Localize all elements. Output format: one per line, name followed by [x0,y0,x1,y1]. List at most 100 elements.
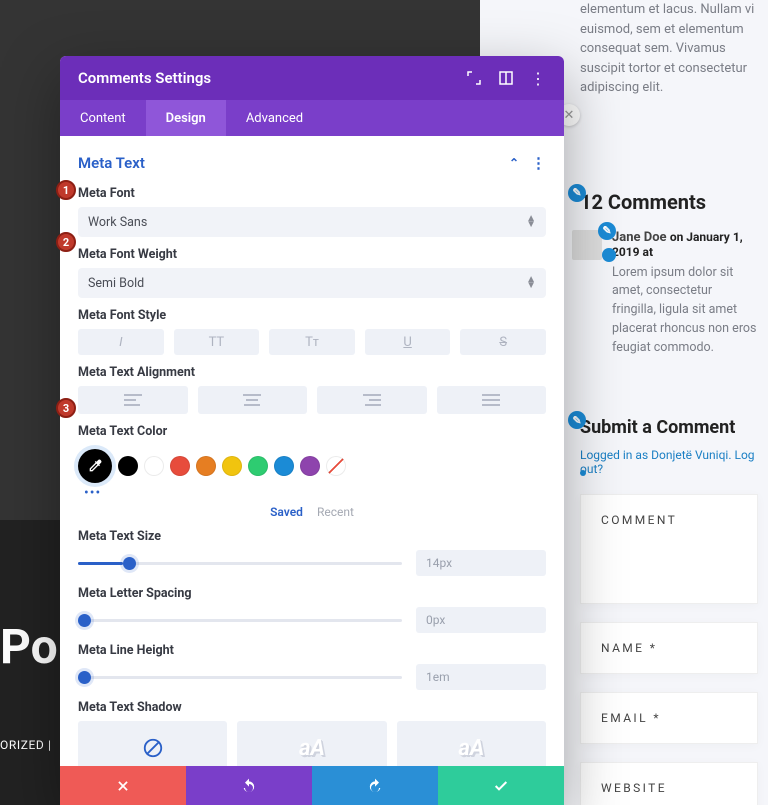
annotation-3: 3 [56,398,76,418]
field-meta-shadow: Meta Text Shadow aA aA aA aA aA [60,694,564,766]
select-meta-font-value: Work Sans [88,215,147,230]
shadow-option[interactable]: aA [397,721,546,766]
color-swatch[interactable] [222,456,242,476]
avatar [572,230,602,260]
field-meta-letter: Meta Letter Spacing 0px [60,580,564,637]
logged-in-user[interactable]: Donjetë Vuniqi [651,448,728,462]
save-button[interactable] [438,766,564,805]
pencil-icon[interactable] [602,248,616,262]
select-meta-weight-value: Semi Bold [88,276,144,291]
label-meta-style: Meta Font Style [78,308,546,323]
slider-meta-letter[interactable] [78,619,402,622]
submit-comment-heading: ✎ Submit a Comment [580,417,758,438]
tab-design[interactable]: Design [146,100,226,136]
select-meta-font[interactable]: Work Sans ▲▼ [78,207,546,237]
style-smallcaps-button[interactable]: Tᴛ [269,329,355,355]
style-underline-button[interactable]: U [365,329,451,355]
cancel-button[interactable] [60,766,186,805]
name-input[interactable]: NAME * [580,622,758,674]
section-meta-text[interactable]: Meta Text ⌃ ⋮ [60,146,564,180]
comment-author-name: Jane Dое [612,230,667,245]
input-meta-letter[interactable]: 0px [416,607,546,633]
tab-advanced[interactable]: Advanced [226,100,323,136]
comment-textarea[interactable]: COMMENT [580,494,758,604]
label-meta-font: Meta Font [78,186,546,201]
input-meta-size[interactable]: 14px [416,550,546,576]
select-meta-weight[interactable]: Semi Bold ▲▼ [78,268,546,298]
shadow-option[interactable]: aA [237,721,386,766]
color-swatch[interactable] [118,456,138,476]
settings-modal: Comments Settings ⋮ Content Design Advan… [60,56,564,805]
swatch-tab-saved[interactable]: Saved [270,505,303,519]
page-post-meta-fragment: ORIZED | [0,738,52,752]
align-center-button[interactable] [198,386,308,414]
label-meta-shadow: Meta Text Shadow [78,700,546,715]
label-meta-line: Meta Line Height [78,643,546,658]
chevron-updown-icon: ▲▼ [526,277,536,289]
color-swatch-none[interactable] [326,456,346,476]
align-left-button[interactable] [78,386,188,414]
color-swatch[interactable] [274,456,294,476]
field-meta-line: Meta Line Height 1em [60,637,564,694]
email-input[interactable]: EMAIL * [580,692,758,744]
expand-icon[interactable] [466,70,482,86]
chevron-up-icon[interactable]: ⌃ [509,156,519,170]
kebab-icon[interactable]: ⋮ [531,154,546,172]
label-meta-letter: Meta Letter Spacing [78,586,546,601]
annotation-1: 1 [56,180,76,200]
style-italic-button[interactable]: I [78,329,164,355]
color-picker-button[interactable] [78,449,112,483]
label-meta-align: Meta Text Alignment [78,365,546,380]
kebab-icon[interactable]: ⋮ [530,70,546,86]
field-meta-color: Meta Text Color ••• Saved Recent [60,418,564,523]
pencil-icon[interactable]: ✎ [568,184,586,202]
annotation-2: 2 [56,232,76,252]
logged-in-prefix: Logged in as [580,448,651,462]
field-meta-size: Meta Text Size 14px [60,523,564,580]
swatch-more-icon[interactable]: ••• [78,485,546,501]
redo-button[interactable] [312,766,438,805]
modal-body[interactable]: Meta Text ⌃ ⋮ Meta Font Work Sans ▲▼ Met… [60,136,564,766]
modal-title: Comments Settings [78,69,211,87]
color-swatch[interactable] [170,456,190,476]
comments-heading: ✎ 12 Comments [580,190,758,214]
label-meta-size: Meta Text Size [78,529,546,544]
swatch-tab-recent[interactable]: Recent [317,505,354,519]
color-swatch[interactable] [300,456,320,476]
color-swatch[interactable] [248,456,268,476]
chevron-updown-icon: ▲▼ [526,216,536,228]
pencil-icon[interactable]: ✎ [598,222,616,240]
style-strike-button[interactable]: S [460,329,546,355]
modal-header[interactable]: Comments Settings ⋮ [60,56,564,100]
label-meta-color: Meta Text Color [78,424,546,439]
section-title: Meta Text [78,154,145,172]
label-meta-weight: Meta Font Weight [78,247,546,262]
slider-meta-size[interactable] [78,562,402,565]
tab-content[interactable]: Content [60,100,146,136]
page-intro-text: elementum et lacus. Nullam vi euismod, s… [580,0,758,98]
page-right-column: elementum et lacus. Nullam vi euismod, s… [580,0,768,805]
slider-meta-line[interactable] [78,676,402,679]
undo-button[interactable] [186,766,312,805]
align-right-button[interactable] [317,386,427,414]
submit-heading-text: Submit a Comment [580,417,735,438]
shadow-option-none[interactable] [78,721,227,766]
field-meta-style: Meta Font Style I TT Tᴛ U S [60,302,564,359]
style-uppercase-button[interactable]: TT [174,329,260,355]
layout-icon[interactable] [498,70,514,86]
modal-tabs: Content Design Advanced [60,100,564,136]
field-meta-align: Meta Text Alignment [60,359,564,418]
field-meta-font: Meta Font Work Sans ▲▼ [60,180,564,241]
logged-in-text: Logged in as Donjetë Vuniqi. Log out? [580,448,758,476]
modal-footer [60,766,564,805]
color-swatch[interactable] [196,456,216,476]
comment-author-row: ✎ Jane Dое on January 1, 2019 at [580,230,758,260]
page-post-title-fragment: Po [0,618,58,675]
color-swatch[interactable] [144,456,164,476]
input-meta-line[interactable]: 1em [416,664,546,690]
align-justify-button[interactable] [437,386,547,414]
website-input[interactable]: WEBSITE [580,762,758,805]
field-meta-weight: Meta Font Weight Semi Bold ▲▼ [60,241,564,302]
comment-body-text: Lorem ipsum dolor sit amet, consectetur … [580,264,758,358]
comments-heading-text: 12 Comments [580,190,706,214]
